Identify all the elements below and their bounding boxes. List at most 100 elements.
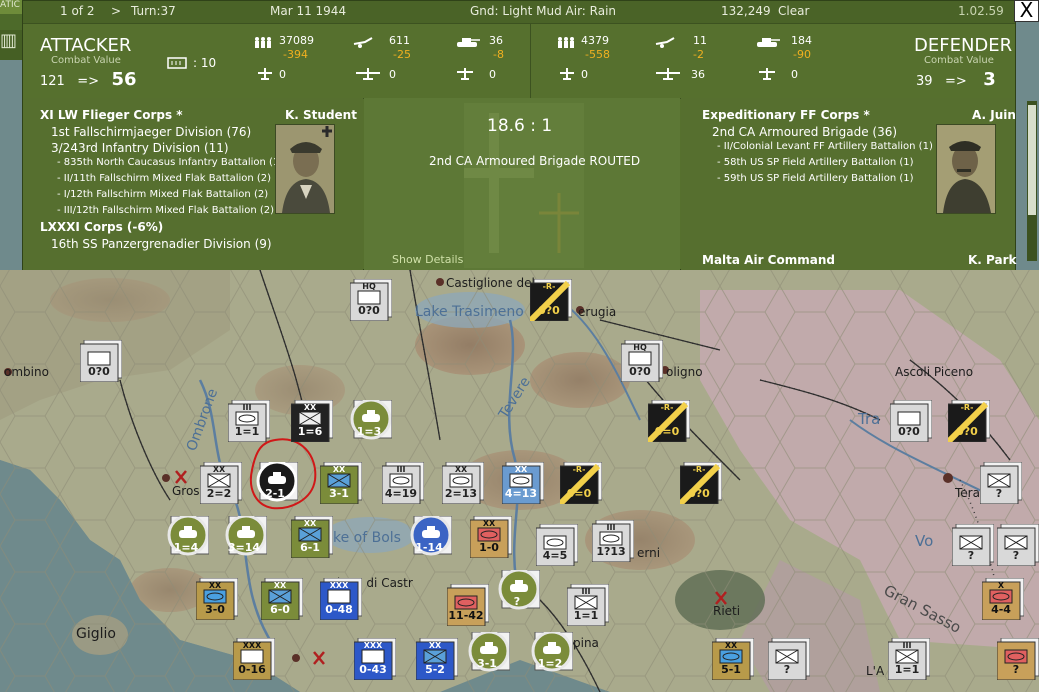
counter-size-label: XX (454, 465, 468, 474)
attacker-unit-line-1[interactable]: 3/243rd Infantry Division (11) (51, 141, 229, 155)
counter-size-label: III (242, 403, 252, 412)
units-area: XI LW Flieger Corps * K. Student 1st Fal… (23, 98, 1017, 270)
label-lake-bolsena: ke of Bols (333, 530, 401, 546)
turn-number: Turn:37 (131, 4, 176, 18)
label-terni: erni (637, 546, 661, 560)
left-edge-button[interactable]: ▥ (0, 30, 22, 60)
counter-strength-label: ? (1012, 663, 1020, 676)
counter-size-label: XXX (363, 641, 383, 650)
page-indicator: 1 of 2 (60, 4, 95, 18)
attacker-bombers: 0 (389, 68, 396, 81)
transport-icon (457, 68, 473, 80)
stats-divider (530, 23, 531, 98)
counter-strength-label: 2=2 (206, 487, 232, 500)
attacker-fighters: 0 (279, 68, 286, 81)
label-aquila: L'A (866, 664, 885, 678)
counter-strength-label: 4=5 (542, 549, 568, 562)
counter-size-label: XX (724, 641, 738, 650)
attacker-cv: 121 => 56 (40, 69, 137, 90)
label-tr: Tra (858, 410, 881, 428)
panel-header-bar: 1 of 2 > Turn:37 Mar 11 1944 Gnd: Light … (23, 1, 1015, 24)
attacker-men: 37089 (279, 34, 314, 47)
label-vo: Vo (915, 532, 934, 550)
counter-strength-label: 1?13 (596, 545, 626, 558)
attacker-unit-line-6[interactable]: LXXXI Corps (-6%) (40, 220, 163, 234)
attacker-guns: 611 (389, 34, 410, 47)
scrollbar-thumb[interactable] (1028, 105, 1036, 215)
counter-strength-label: 0?0 (956, 425, 978, 438)
label-pina: pina (573, 636, 599, 650)
bomber-icon (356, 68, 380, 80)
counter-size-label: -R- (692, 465, 706, 474)
defender-hq[interactable]: Expeditionary FF Corps * (702, 108, 870, 122)
attacker-unit-line-3[interactable]: - II/11th Fallschirm Mixed Flak Battalio… (57, 173, 271, 184)
counter-strength-label: ? (1012, 549, 1020, 562)
counter-size-label: XX (332, 465, 346, 474)
counter-strength-label: 0?0 (538, 304, 560, 317)
attacker-hq[interactable]: XI LW Flieger Corps * (40, 108, 183, 122)
counter-size-label: XX (514, 465, 528, 474)
def-fighter-icon (560, 68, 574, 80)
attacker-cv-arrow: => (77, 74, 100, 89)
combat-odds: 18.6 : 1 (487, 116, 553, 136)
version-label: 1.02.59 (958, 4, 1004, 18)
counter-size-label: -R- (572, 465, 586, 474)
defender-title: DEFENDER (914, 35, 1013, 56)
defender-unit-line-2[interactable]: - 58th US SP Field Artillery Battalion (… (717, 157, 914, 168)
counter-size-label: HQ (362, 282, 376, 291)
weather-state: Clear (778, 4, 810, 18)
attacker-transports: 0 (489, 68, 496, 81)
defender-cv-from: 39 (916, 74, 933, 89)
label-foligno: oligno (666, 365, 703, 379)
counter-size-label: XX (208, 581, 222, 590)
attacker-cv-from: 121 (40, 74, 65, 89)
defender-unit-line-3[interactable]: - 59th US SP Field Artillery Battalion (… (717, 173, 914, 184)
counter-strength-label: 0=0 (654, 425, 680, 438)
counter-strength-label: 0?0 (898, 425, 920, 438)
def-bomber-icon (656, 68, 680, 80)
attacker-unit-line-4[interactable]: - I/12th Fallschirm Mixed Flak Battalion… (57, 189, 268, 200)
next-page-arrow[interactable]: > (111, 4, 121, 18)
show-details-link[interactable]: Show Details (392, 253, 463, 266)
attacker-unit-line-0[interactable]: 1st Fallschirmjaeger Division (76) (51, 125, 251, 139)
tank-icon (457, 38, 480, 47)
defender-tanks-loss: -90 (793, 48, 811, 61)
defender-men-loss: -558 (585, 48, 610, 61)
defender-unit-line-1[interactable]: - II/Colonial Levant FF Artillery Battal… (717, 141, 933, 152)
counter-strength-label: ? (513, 595, 521, 608)
counter-size-label: X (997, 581, 1005, 590)
counter-strength-label: 4-4 (991, 603, 1011, 616)
attacker-fort-value: : 10 (193, 56, 217, 70)
counter-size-label: HQ (633, 343, 647, 352)
close-button[interactable]: X (1014, 0, 1039, 22)
defender-men: 4379 (581, 34, 609, 47)
counter-strength-label: 0?0 (688, 487, 710, 500)
counter-size-label: XX (303, 519, 317, 528)
counter-strength-label: 2=13 (444, 487, 478, 500)
defender-unit-line-0[interactable]: 2nd CA Armoured Brigade (36) (712, 125, 897, 139)
defender-air-commander: K. Park (968, 253, 1017, 265)
attacker-unit-line-2[interactable]: - 835th North Caucasus Infantry Battalio… (57, 157, 283, 168)
label-castiglione: Castiglione del (446, 276, 535, 290)
counter-strength-label: 1-0 (479, 541, 499, 554)
counter-strength-label: 0-48 (325, 603, 353, 616)
defender-bombers: 36 (691, 68, 705, 81)
def-men-icon (558, 37, 574, 48)
counter-strength-label: 3=14 (227, 541, 261, 554)
counter-strength-label: 1=6 (297, 425, 323, 438)
counter-strength-label: 0=0 (566, 487, 592, 500)
attacker-title: ATTACKER (40, 35, 132, 56)
weather-ground: Gnd: Light Mud Air: Rain (470, 4, 617, 18)
defender-air-hq[interactable]: Malta Air Command (702, 253, 835, 265)
attacker-unit-line-7[interactable]: 16th SS Panzergrenadier Division (9) (51, 237, 272, 251)
counter-strength-label: 3-0 (205, 603, 225, 616)
label-giglio: Giglio (76, 626, 116, 642)
counter-size-label: III (581, 587, 591, 596)
counter-strength-label: 4=19 (384, 487, 418, 500)
panel-scrollbar[interactable] (1027, 101, 1037, 261)
left-edge-tab[interactable]: ATIC (0, 0, 22, 14)
attacker-unit-line-5[interactable]: - III/12th Fallschirm Mixed Flak Battali… (57, 205, 274, 216)
counter-strength-label: 3-1 (329, 487, 349, 500)
defender-fighters: 0 (581, 68, 588, 81)
defender-transports: 0 (791, 68, 798, 81)
